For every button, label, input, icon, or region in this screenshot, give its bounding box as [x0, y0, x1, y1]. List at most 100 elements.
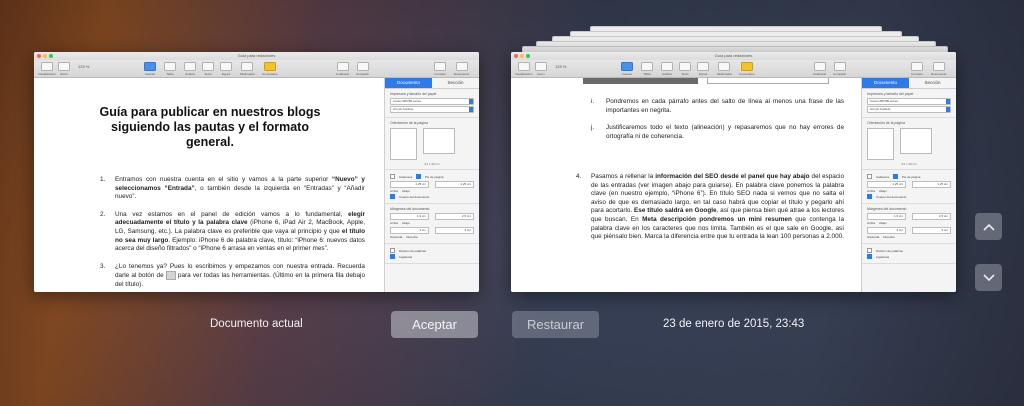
toolbar-center-1-button[interactable]: Tabla	[641, 62, 653, 76]
footer-value[interactable]: 1,25 cm	[435, 181, 474, 188]
toolbar-1-button[interactable]: Zoom	[58, 62, 70, 76]
footer-value[interactable]: 1,25 cm	[912, 181, 951, 188]
toolbar-far-0-button[interactable]: Formato	[434, 62, 446, 76]
printer-select[interactable]: Canon MP280 series	[867, 98, 951, 105]
toolbar-center-2-button[interactable]: Gráfica	[184, 62, 196, 76]
toolbar-label: Texto	[204, 72, 212, 76]
toolbar-0-button[interactable]: Visualización	[515, 62, 532, 76]
portrait-option[interactable]	[390, 128, 417, 160]
list-item: i. Pondremos en cada párrafo antes del sa…	[591, 98, 844, 115]
hyphen-checkbox[interactable]	[867, 248, 872, 253]
margin-top-field[interactable]: 1,9 cm	[867, 213, 906, 220]
toolbar-label: Figura	[221, 72, 231, 76]
toolbar-center-5-button[interactable]: Multimedia	[717, 62, 732, 76]
margin-right-field[interactable]: 3 cm	[435, 227, 474, 234]
previous-version-button[interactable]	[975, 213, 1002, 240]
top-label: Arriba	[867, 221, 876, 225]
toolbar-far-0-button[interactable]: Formato	[911, 62, 923, 76]
toolbar-right-1-button[interactable]: Compartir	[833, 62, 846, 76]
toolbar-center-6-button[interactable]: Comentario	[739, 62, 755, 76]
next-version-button[interactable]	[975, 264, 1002, 291]
saved-version-window[interactable]: Guía para redactores Visualización Zoom 12…	[511, 52, 956, 292]
landscape-option[interactable]	[900, 128, 932, 154]
footer-checkbox[interactable]	[416, 174, 422, 179]
portrait-option[interactable]	[867, 128, 894, 160]
footer-checkbox[interactable]	[893, 174, 899, 179]
page-size: 21 × 30 cm	[901, 162, 917, 166]
toolbar-label: Colaborar	[336, 72, 350, 76]
toolbar-center-0-button[interactable]: Insertar	[621, 62, 633, 76]
current-document-window[interactable]: Guía para redactores Visualización Zoom 12…	[34, 52, 479, 292]
body-text: Pasamos a rellenar la	[591, 173, 656, 180]
ligature-checkbox[interactable]	[390, 254, 395, 259]
toolbar-far-1-icon	[932, 62, 945, 71]
toolbar-center-6-icon	[740, 62, 753, 71]
toolbar-center-3-button[interactable]: Texto	[202, 62, 214, 76]
document-page[interactable]: Guía para publicar en nuestros blogs sig…	[34, 78, 385, 292]
toolbar-right-0-icon	[813, 62, 826, 71]
toolbar-center-4-button[interactable]: Figura	[220, 62, 232, 76]
margin-bottom-field[interactable]: 2,5 cm	[912, 213, 951, 220]
restore-button[interactable]: Restaurar	[512, 311, 599, 338]
toolbar-center-2-icon	[184, 62, 196, 71]
document-toolbar: Visualización Zoom 125 % Insertar Tabla Gráfi…	[511, 60, 956, 78]
toolbar-1-button[interactable]: Zoom	[535, 62, 547, 76]
toolbar-center-2-button[interactable]: Gráfica	[661, 62, 673, 76]
zoom-field[interactable]: 125 %	[78, 62, 89, 76]
header-footer-values: 1,25 cm 1,25 cm	[390, 181, 474, 188]
toolbar-center-3-button[interactable]: Texto	[679, 62, 691, 76]
tab-document[interactable]: Documento	[862, 78, 909, 88]
printer-heading: Impresora y tamaño del papel	[390, 92, 437, 96]
header-checkbox[interactable]	[390, 174, 395, 179]
toolbar-center-0-button[interactable]: Insertar	[144, 62, 156, 76]
toolbar-center-3-icon	[679, 62, 691, 71]
printer-select[interactable]: Canon MP280 series	[390, 98, 474, 105]
header-value[interactable]: 1,25 cm	[867, 181, 906, 188]
toolbar-far-1-button[interactable]: Documento	[454, 62, 469, 76]
paper-select[interactable]: A4 (sin bordes)	[390, 106, 474, 113]
toolbar-center-6-button[interactable]: Comentario	[262, 62, 278, 76]
toolbar-0-button[interactable]: Visualización	[38, 62, 55, 76]
list-item: 2. Una vez estamos en el panel de edición…	[100, 211, 365, 254]
toolbar-right-0-button[interactable]: Colaborar	[336, 62, 349, 76]
orientation-section: Orientación de la página 21 × 30 cm	[862, 118, 956, 170]
margin-top-field[interactable]: 1,9 cm	[390, 213, 429, 220]
toolbar-center-4-button[interactable]: Figura	[697, 62, 709, 76]
ligature-checkbox[interactable]	[867, 254, 872, 259]
margin-right-field[interactable]: 3 cm	[912, 227, 951, 234]
toolbar-label: Compartir	[833, 72, 847, 76]
zoom-field[interactable]: 125 %	[555, 62, 566, 76]
toolbar-label: Zoom	[60, 72, 68, 76]
body-checkbox[interactable]	[867, 194, 872, 199]
toolbar-far-1-button[interactable]: Documento	[931, 62, 946, 76]
landscape-option[interactable]	[423, 128, 455, 154]
body-checkbox[interactable]	[390, 194, 395, 199]
hyphen-checkbox[interactable]	[390, 248, 395, 253]
header-footer-checks: Cabecera Pie de página	[390, 174, 474, 179]
tab-document[interactable]: Documento	[385, 78, 432, 88]
margin-left-field[interactable]: 3 cm	[867, 227, 906, 234]
document-title: Guía para publicar en nuestros blogs sig…	[99, 105, 321, 149]
header-value[interactable]: 1,25 cm	[390, 181, 429, 188]
toolbar-center-5-button[interactable]: Multimedia	[240, 62, 255, 76]
bottom-label: Abajo	[879, 221, 887, 225]
margin-labels: Izquierda Derecha	[390, 235, 474, 239]
right-label: Derecha	[406, 235, 418, 239]
hyphen-check: División de palabras	[867, 248, 951, 253]
ligature-check: Ligaduras	[867, 254, 951, 259]
toolbar-center-5-icon	[241, 62, 254, 71]
window-title: Guía para redactores	[714, 53, 753, 58]
document-page[interactable]: i. Pondremos en cada párrafo antes del sa…	[511, 78, 862, 292]
printer-heading: Impresora y tamaño del papel	[867, 92, 914, 96]
tab-section[interactable]: Sección	[432, 78, 479, 88]
paper-select[interactable]: A4 (sin bordes)	[867, 106, 951, 113]
header-checkbox[interactable]	[867, 174, 872, 179]
tab-section[interactable]: Sección	[909, 78, 956, 88]
toolbar-right-0-button[interactable]: Colaborar	[813, 62, 826, 76]
margin-bottom-field[interactable]: 2,5 cm	[435, 213, 474, 220]
toolbar-right-1-button[interactable]: Compartir	[356, 62, 369, 76]
toolbar-center-1-button[interactable]: Tabla	[164, 62, 176, 76]
margin-left-field[interactable]: 3 cm	[390, 227, 429, 234]
margin-values: 3 cm 3 cm	[867, 227, 951, 234]
accept-button[interactable]: Aceptar	[391, 311, 478, 338]
